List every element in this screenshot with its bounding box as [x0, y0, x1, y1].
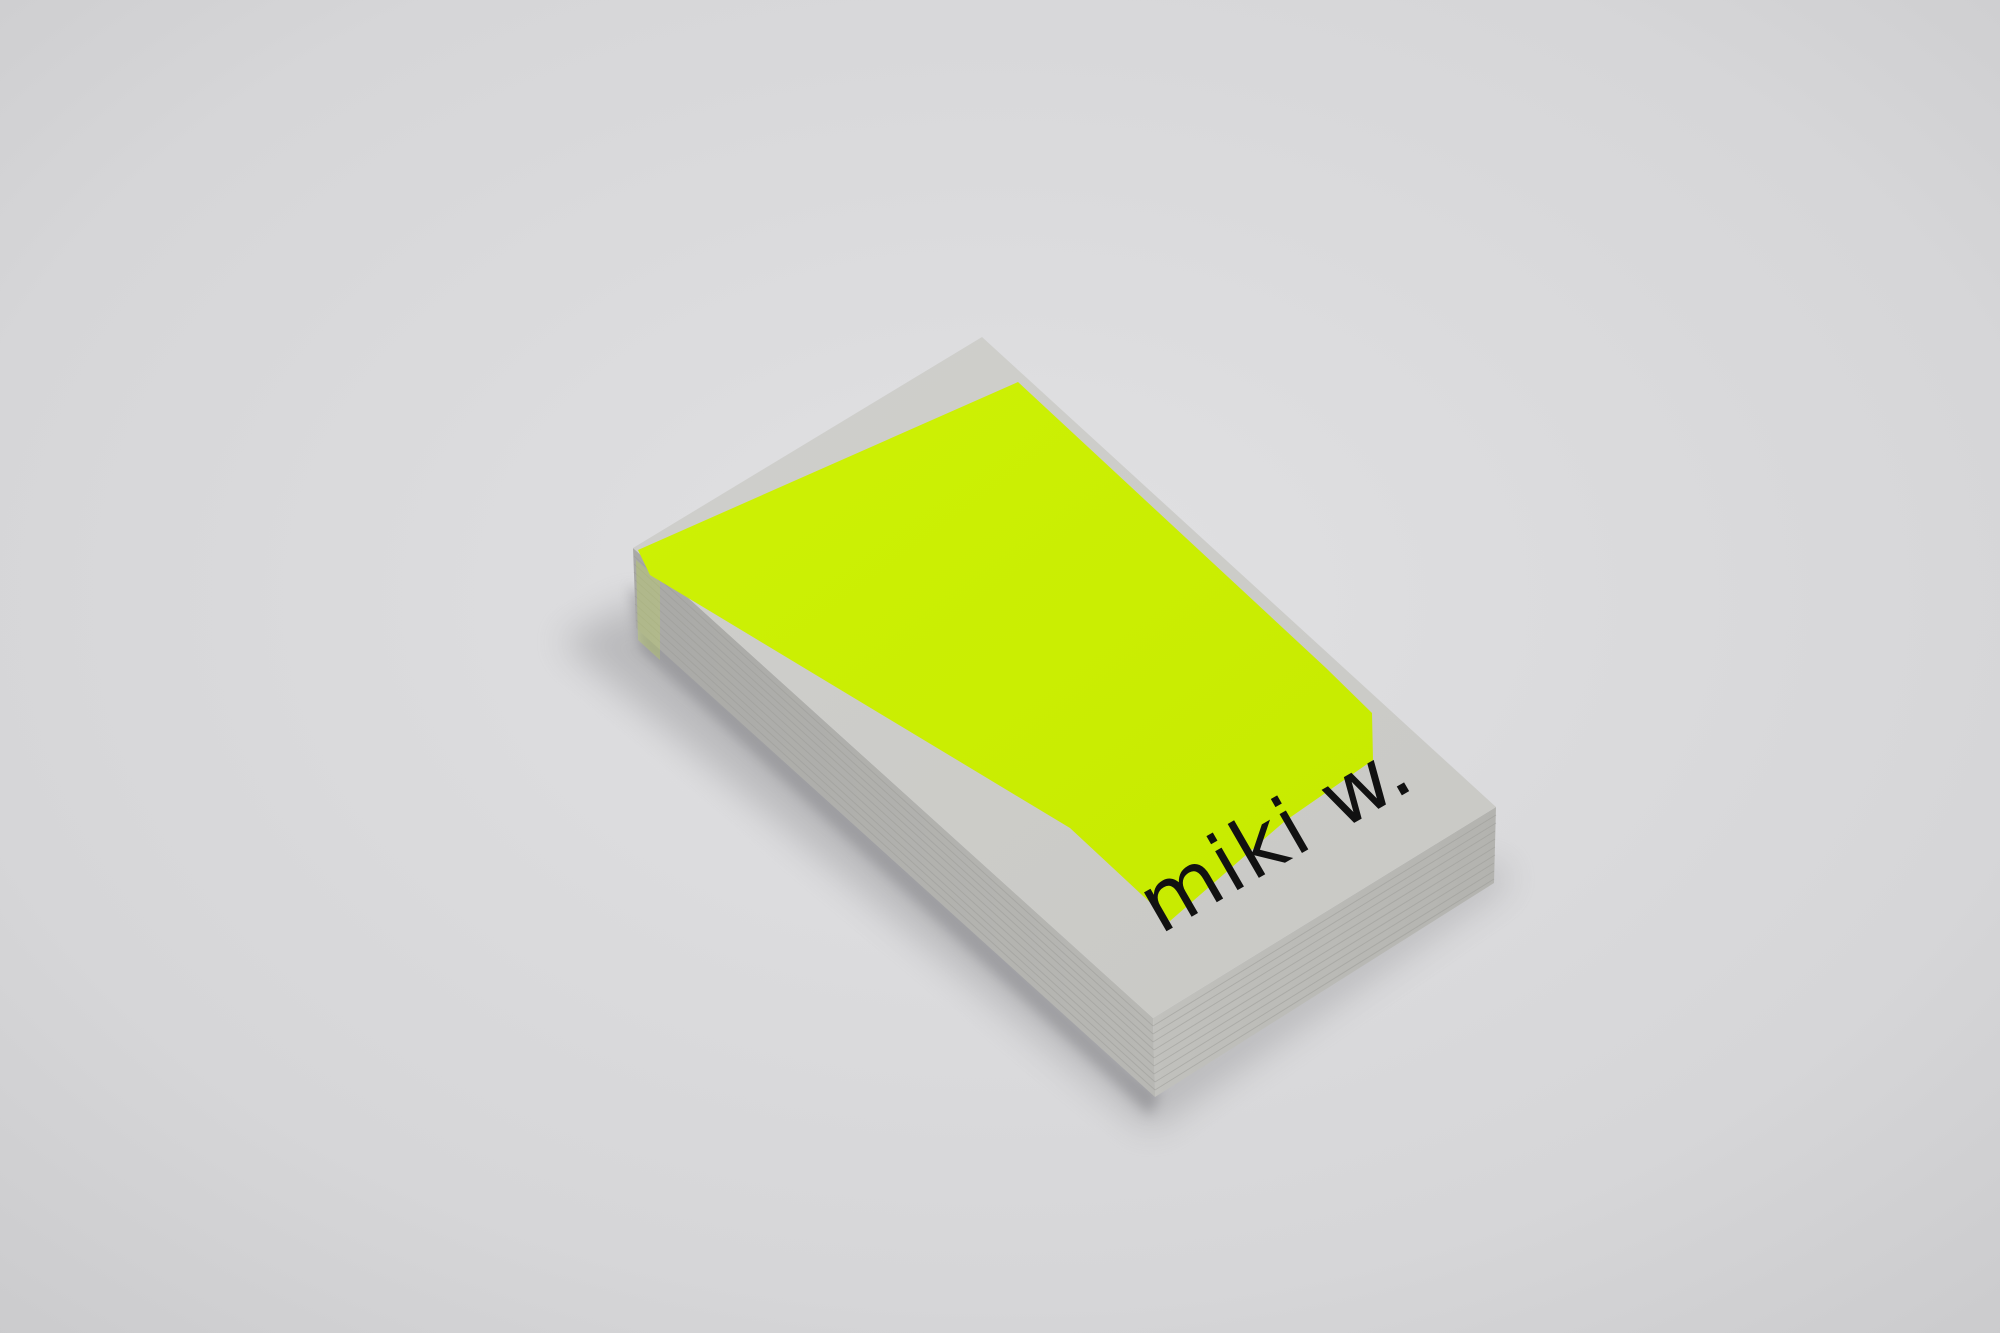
- product-photo-scene: miki w.: [0, 0, 2000, 1333]
